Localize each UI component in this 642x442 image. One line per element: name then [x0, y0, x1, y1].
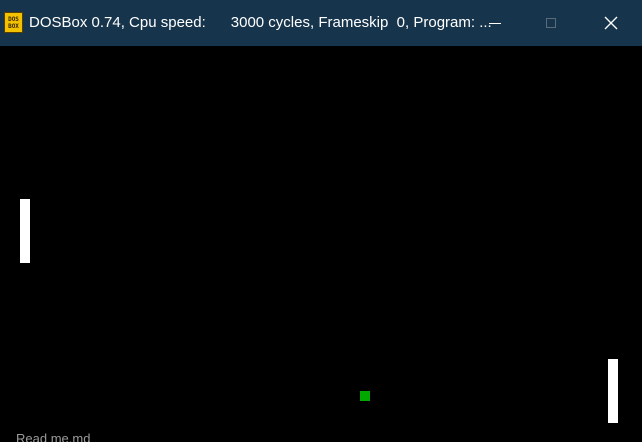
ball	[360, 391, 370, 401]
background-window-text: Read me.md	[16, 432, 91, 442]
window-title: DOSBox 0.74, Cpu speed: 3000 cycles, Fra…	[29, 14, 492, 31]
maximize-button	[522, 0, 580, 46]
window-titlebar[interactable]: DOS BOX DOSBox 0.74, Cpu speed: 3000 cyc…	[0, 0, 642, 46]
close-button[interactable]	[582, 0, 640, 46]
right-paddle	[608, 359, 618, 423]
dosbox-icon[interactable]: DOS BOX	[4, 12, 23, 33]
maximize-icon	[546, 18, 556, 28]
icon-text-bottom: BOX	[8, 22, 19, 30]
minimize-button[interactable]	[466, 0, 524, 46]
icon-text-top: DOS	[8, 15, 19, 23]
left-paddle	[20, 199, 30, 263]
game-screen[interactable]	[0, 46, 642, 442]
close-icon	[604, 16, 618, 30]
minimize-icon	[489, 22, 501, 24]
